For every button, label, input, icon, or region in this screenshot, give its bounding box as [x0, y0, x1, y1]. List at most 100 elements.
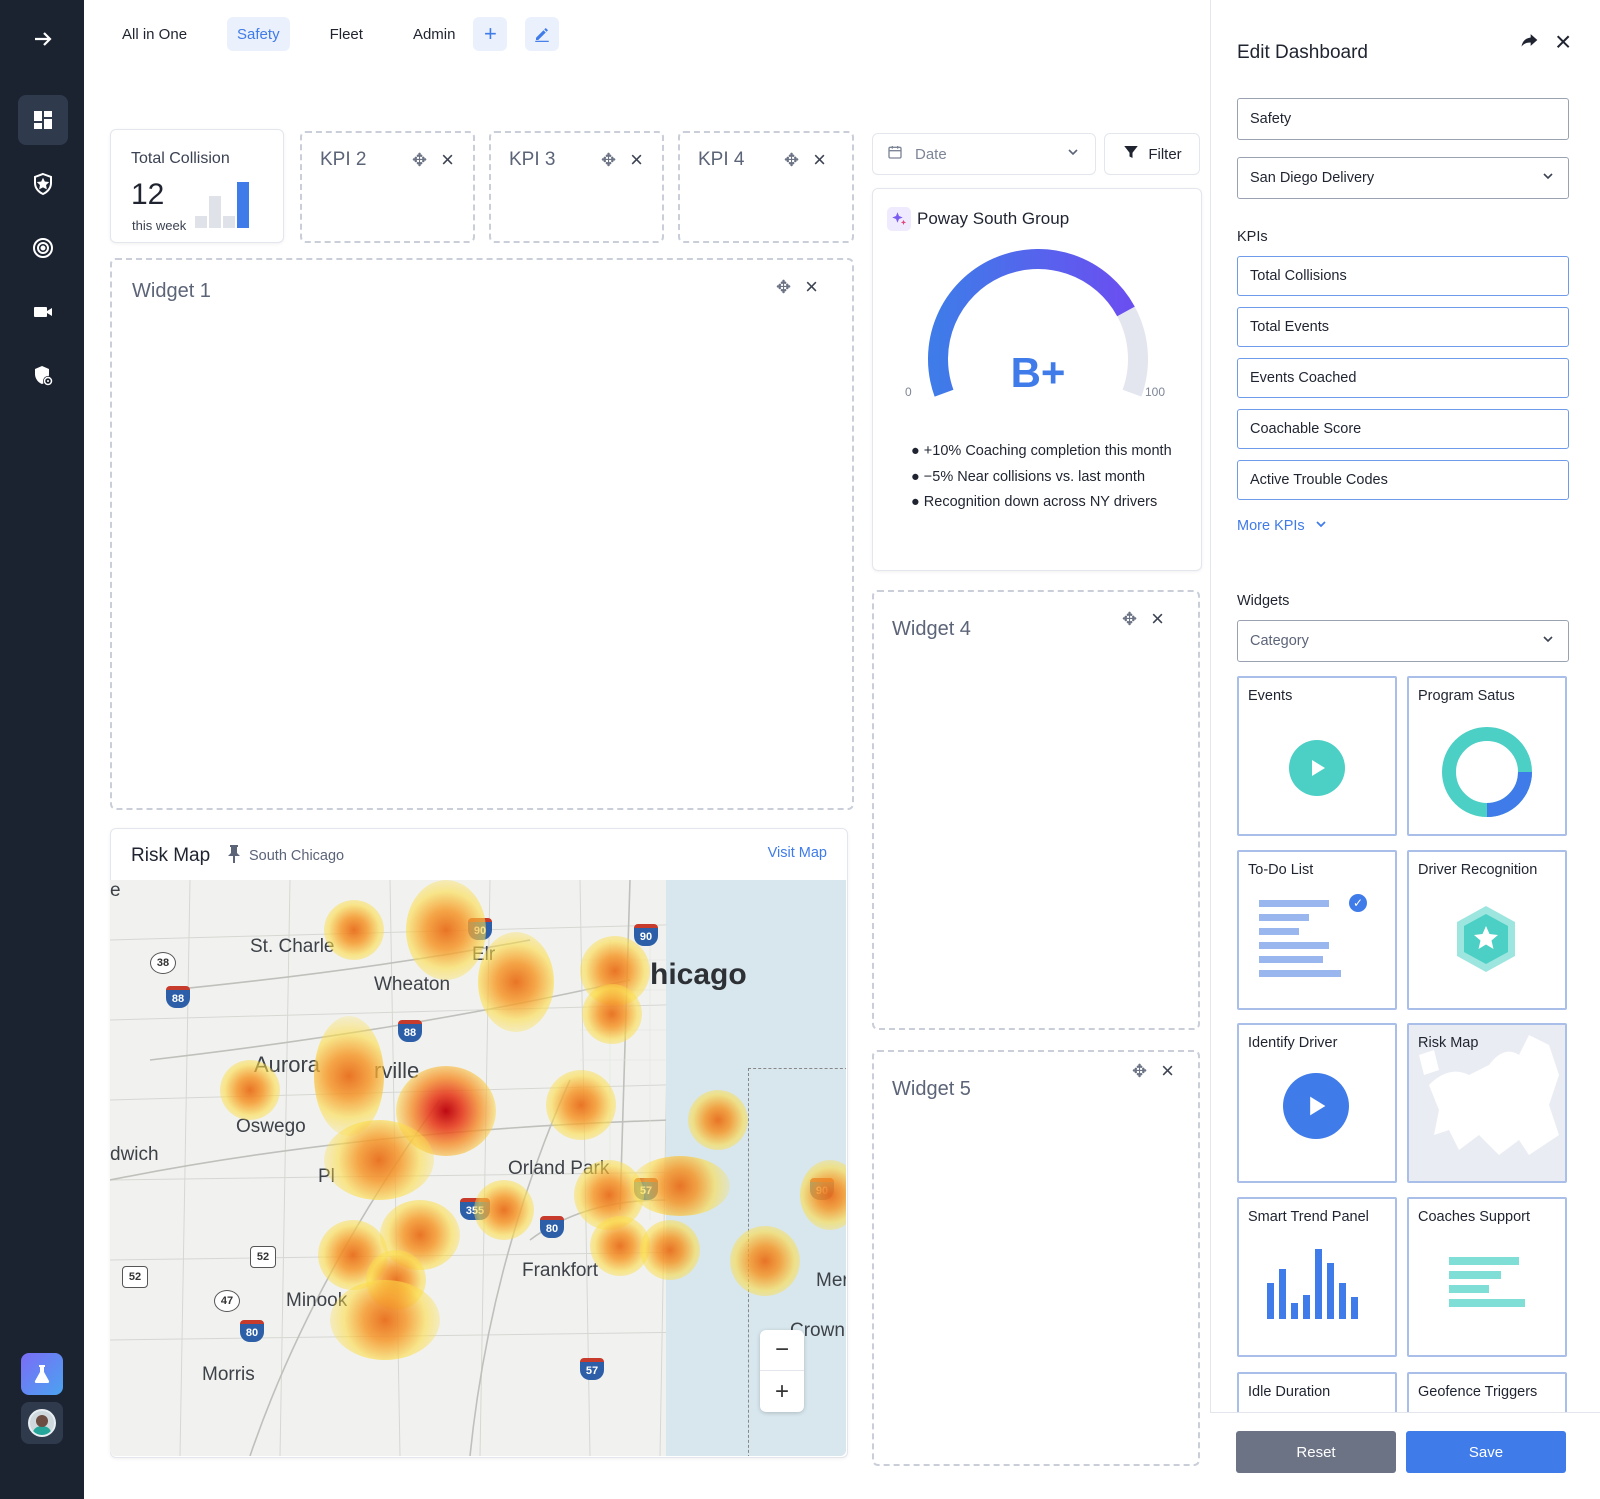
lab-flask-icon[interactable]	[21, 1353, 63, 1395]
widget-tile-label: To-Do List	[1248, 862, 1314, 878]
widget-tile-coaches-support[interactable]: Coaches Support	[1407, 1197, 1567, 1357]
save-button[interactable]: Save	[1406, 1431, 1566, 1473]
target-icon[interactable]	[18, 223, 68, 273]
risk-map-location: South Chicago	[227, 845, 344, 867]
kpi-option-total-collisions[interactable]: Total Collisions	[1237, 256, 1569, 296]
gauge-min-label: 0	[905, 385, 912, 399]
filter-button[interactable]: Filter	[1104, 133, 1200, 175]
kpi-total-collision-card[interactable]: Total Collision 12 this week	[110, 129, 284, 243]
kpi-slot-title: KPI 2	[320, 149, 367, 170]
move-icon[interactable]: ✥	[412, 150, 427, 171]
shield-star-icon[interactable]	[18, 159, 68, 209]
bar-chart-icon	[1267, 1245, 1367, 1319]
zoom-in-button[interactable]: +	[760, 1371, 804, 1412]
tab-fleet[interactable]: Fleet	[320, 17, 373, 51]
kpi-subtitle: this week	[132, 218, 187, 233]
visit-map-link[interactable]: Visit Map	[768, 845, 827, 861]
close-panel-icon[interactable]: ×	[1555, 26, 1571, 58]
chevron-down-icon	[1540, 631, 1556, 651]
widget-tile-identify-driver[interactable]: Identify Driver	[1237, 1023, 1397, 1183]
widget-tile-risk-map[interactable]: Risk Map	[1407, 1023, 1567, 1183]
kpi-option-coachable-score[interactable]: Coachable Score	[1237, 409, 1569, 449]
widget-tile-label: Events	[1248, 688, 1293, 704]
widget-tile-events[interactable]: Events	[1237, 676, 1397, 836]
kpi-slot-title: KPI 4	[698, 149, 745, 170]
city-label: Morris	[202, 1364, 255, 1385]
kpi-title: Total Collision	[131, 150, 230, 167]
shield-settings-icon[interactable]	[18, 351, 68, 401]
widget-5-slot[interactable]: Widget 5 ✥ ×	[872, 1050, 1200, 1466]
reset-button[interactable]: Reset	[1236, 1431, 1396, 1473]
widget-title: Widget 5	[892, 1078, 971, 1100]
widget-tile-driver-recognition[interactable]: Driver Recognition	[1407, 850, 1567, 1010]
heat-spot	[582, 984, 642, 1044]
insight-item: ● +10% Coaching completion this month	[911, 443, 1172, 459]
heat-spot	[220, 1060, 280, 1120]
dashboard-icon[interactable]	[18, 95, 68, 145]
kpi-option-total-events[interactable]: Total Events	[1237, 307, 1569, 347]
close-icon[interactable]: ×	[1161, 1060, 1174, 1082]
heat-spot	[546, 1070, 616, 1140]
highway-shield: 47	[214, 1290, 240, 1312]
risk-heat-map[interactable]: 38 88 90 88 90 57 90 355 80 52 52 47 80 …	[110, 880, 846, 1456]
highway-shield: 57	[580, 1358, 604, 1380]
tab-all-in-one[interactable]: All in One	[112, 17, 197, 51]
panel-footer: Reset Save	[1210, 1412, 1600, 1499]
camera-icon[interactable]	[18, 287, 68, 337]
move-icon[interactable]: ✥	[1122, 609, 1137, 630]
widget-tile-todo-list[interactable]: To-Do List ✓	[1237, 850, 1397, 1010]
kpi-slot-3[interactable]: KPI 3 ✥ ×	[489, 131, 664, 243]
date-dropdown[interactable]: Date	[872, 133, 1096, 175]
kpis-section-label: KPIs	[1237, 229, 1268, 245]
chevron-down-icon	[1065, 144, 1081, 164]
close-icon[interactable]: ×	[813, 149, 826, 171]
category-dropdown[interactable]: Category	[1237, 620, 1569, 662]
text-lines-icon	[1449, 1257, 1529, 1317]
highway-shield: 52	[122, 1266, 148, 1288]
widget-tile-smart-trend-panel[interactable]: Smart Trend Panel	[1237, 1197, 1397, 1357]
widget-1-slot[interactable]: Widget 1 ✥ ×	[110, 258, 854, 810]
location-dropdown[interactable]: San Diego Delivery	[1237, 157, 1569, 199]
user-avatar[interactable]	[21, 1402, 63, 1444]
edit-pencil-icon[interactable]	[525, 17, 560, 51]
move-icon[interactable]: ✥	[601, 150, 616, 171]
share-arrow-icon[interactable]	[1519, 30, 1539, 55]
widget-tile-label: Program Satus	[1418, 688, 1515, 704]
widget-4-slot[interactable]: Widget 4 ✥ ×	[872, 590, 1200, 1030]
date-label: Date	[915, 145, 947, 163]
city-label: Frankfort	[522, 1260, 599, 1281]
tab-safety[interactable]: Safety	[227, 17, 290, 51]
kpi-slot-2[interactable]: KPI 2 ✥ ×	[300, 131, 475, 243]
expand-arrow-icon[interactable]	[18, 14, 68, 64]
move-icon[interactable]: ✥	[1132, 1061, 1147, 1082]
sparkle-icon	[887, 207, 911, 231]
safety-score-card[interactable]: Poway South Group B+ 0 100 ● +10% Coachi…	[872, 188, 1202, 571]
kpi-option-events-coached[interactable]: Events Coached	[1237, 358, 1569, 398]
move-icon[interactable]: ✥	[784, 150, 799, 171]
more-kpis-link[interactable]: More KPIs	[1237, 516, 1329, 536]
city-label: e	[110, 880, 121, 901]
add-tab-icon[interactable]: +	[473, 17, 508, 51]
play-icon	[1283, 1073, 1349, 1139]
zoom-out-button[interactable]: −	[760, 1330, 804, 1371]
map-zoom-control: − +	[760, 1330, 804, 1412]
close-icon[interactable]: ×	[805, 276, 818, 298]
close-icon[interactable]: ×	[630, 149, 643, 171]
kpi-option-active-trouble-codes[interactable]: Active Trouble Codes	[1237, 460, 1569, 500]
kpi-slot-4[interactable]: KPI 4 ✥ ×	[678, 131, 854, 243]
city-label: St. Charle	[250, 936, 335, 957]
chevron-down-icon	[1313, 516, 1329, 536]
widget-tile-program-status[interactable]: Program Satus	[1407, 676, 1567, 836]
move-icon[interactable]: ✥	[776, 277, 791, 298]
dashboard-name-input[interactable]: Safety	[1237, 98, 1569, 140]
close-icon[interactable]: ×	[441, 149, 454, 171]
heat-spot	[688, 1090, 748, 1150]
widget-tile-label: Idle Duration	[1248, 1384, 1331, 1400]
heat-spot	[630, 1156, 730, 1216]
risk-map-title: Risk Map	[131, 845, 211, 866]
tab-admin[interactable]: Admin	[403, 17, 466, 51]
close-icon[interactable]: ×	[1151, 608, 1164, 630]
widgets-section-label: Widgets	[1237, 593, 1290, 609]
highway-shield: 88	[166, 986, 190, 1008]
highway-shield: 88	[398, 1020, 422, 1042]
